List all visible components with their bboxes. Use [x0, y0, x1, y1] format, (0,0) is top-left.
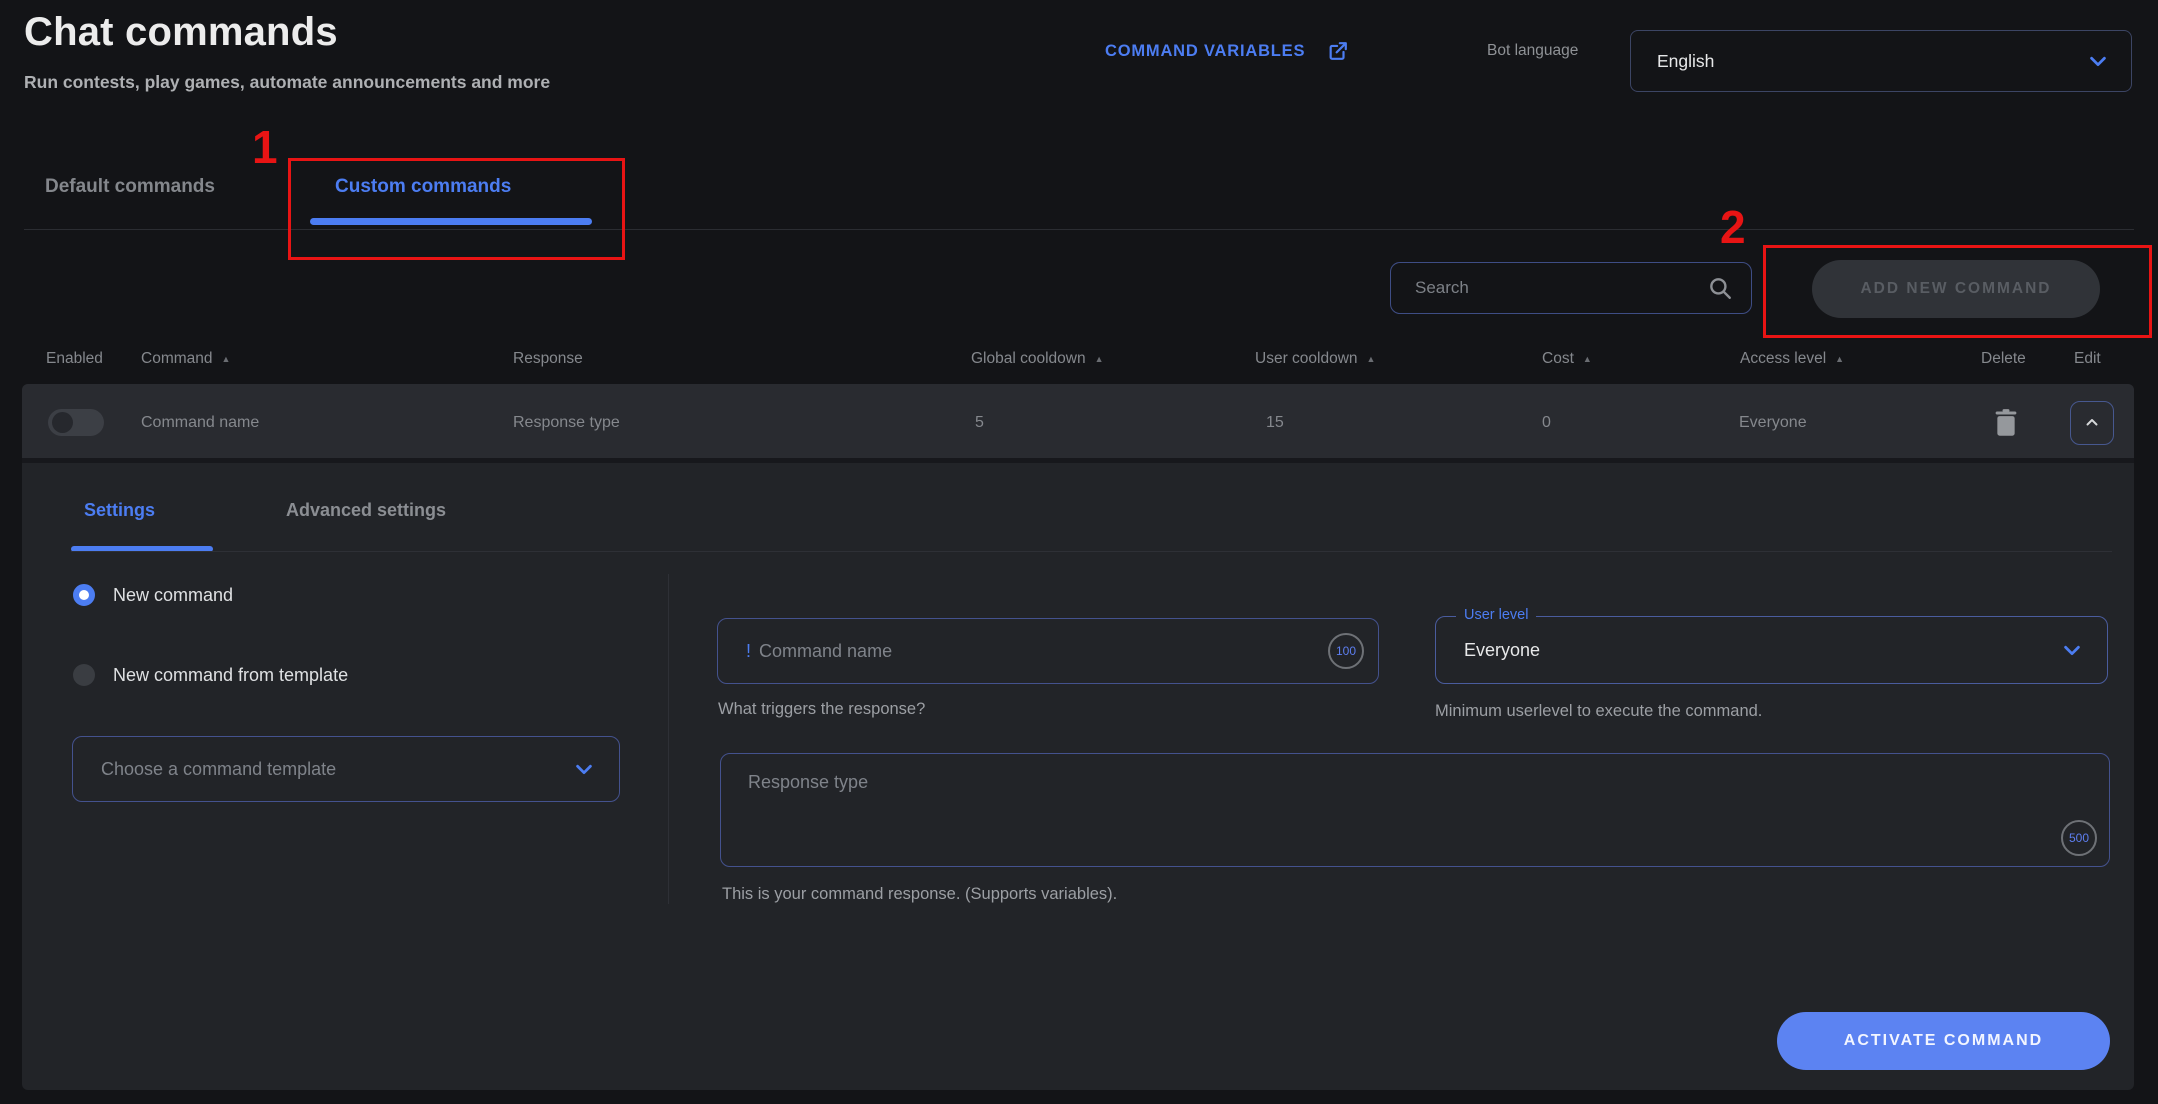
- chevron-up-icon: [2083, 414, 2101, 432]
- row-command-name: Command name: [141, 414, 259, 432]
- settings-tabs-divider: [71, 551, 2112, 552]
- command-variables-link[interactable]: COMMAND VARIABLES: [1105, 40, 1349, 62]
- table-row: Command name Response type 5 15 0 Everyo…: [22, 384, 2134, 463]
- command-name-field[interactable]: ! Command name 100: [717, 618, 1379, 684]
- column-header-cost[interactable]: Cost▲: [1542, 350, 1592, 368]
- sort-asc-icon: ▲: [1095, 354, 1104, 364]
- radio-new-command-label: New command: [113, 585, 233, 606]
- tab-advanced-settings[interactable]: Advanced settings: [286, 500, 446, 521]
- bot-language-value: English: [1657, 51, 2087, 72]
- user-level-helper: Minimum userlevel to execute the command…: [1435, 702, 1762, 721]
- user-level-select[interactable]: User level Everyone: [1435, 616, 2108, 684]
- response-helper: This is your command response. (Supports…: [722, 885, 1117, 904]
- tab-settings[interactable]: Settings: [84, 500, 155, 521]
- response-field[interactable]: 500: [720, 753, 2110, 867]
- delete-button[interactable]: [1992, 406, 2024, 440]
- column-header-edit: Edit: [2074, 350, 2101, 368]
- chevron-down-icon: [2087, 50, 2109, 72]
- bot-language-label: Bot language: [1487, 42, 1578, 60]
- chevron-down-icon: [573, 758, 595, 780]
- column-header-global-cooldown[interactable]: Global cooldown▲: [971, 350, 1104, 368]
- sort-asc-icon: ▲: [1835, 354, 1844, 364]
- trash-icon: [1992, 408, 2024, 438]
- search-input[interactable]: [1415, 278, 1707, 298]
- user-level-label: User level: [1456, 607, 1536, 623]
- page-subtitle: Run contests, play games, automate annou…: [24, 72, 550, 93]
- char-counter-badge: 100: [1328, 633, 1364, 669]
- page-title: Chat commands: [24, 10, 338, 55]
- radio-selected-icon: [73, 584, 95, 606]
- search-box[interactable]: [1390, 262, 1752, 314]
- command-name-helper: What triggers the response?: [718, 700, 925, 719]
- template-placeholder: Choose a command template: [101, 759, 573, 780]
- column-header-enabled: Enabled: [46, 350, 103, 368]
- sort-asc-icon: ▲: [1367, 354, 1376, 364]
- user-level-value: Everyone: [1464, 640, 2061, 661]
- command-prefix: !: [746, 641, 751, 662]
- char-counter-badge: 500: [2061, 820, 2097, 856]
- enabled-toggle[interactable]: [48, 409, 104, 436]
- active-tab-indicator: [310, 218, 592, 225]
- row-access-level: Everyone: [1739, 414, 1807, 432]
- row-user-cooldown: 15: [1266, 414, 1284, 432]
- toggle-knob: [52, 412, 73, 433]
- search-icon: [1707, 275, 1733, 301]
- sort-asc-icon: ▲: [222, 354, 231, 364]
- annotation-step-1: 1: [252, 120, 278, 174]
- add-new-command-button[interactable]: ADD NEW COMMAND: [1812, 260, 2100, 318]
- row-cost: 0: [1542, 414, 1551, 432]
- column-header-user-cooldown[interactable]: User cooldown▲: [1255, 350, 1375, 368]
- command-template-select[interactable]: Choose a command template: [72, 736, 620, 802]
- radio-unselected-icon: [73, 664, 95, 686]
- command-card: Command name Response type 5 15 0 Everyo…: [22, 384, 2134, 1090]
- row-response-type: Response type: [513, 414, 620, 432]
- tab-custom-commands[interactable]: Custom commands: [335, 176, 511, 198]
- annotation-step-2: 2: [1720, 200, 1746, 254]
- bot-language-select[interactable]: English: [1630, 30, 2132, 92]
- radio-new-command[interactable]: New command: [73, 584, 233, 606]
- external-link-icon: [1327, 40, 1349, 62]
- column-header-access-level[interactable]: Access level▲: [1740, 350, 1844, 368]
- response-textarea[interactable]: [721, 754, 2109, 866]
- row-global-cooldown: 5: [975, 414, 984, 432]
- collapse-row-button[interactable]: [2070, 401, 2114, 445]
- annotation-box-1: [288, 158, 625, 260]
- radio-new-command-from-template[interactable]: New command from template: [73, 664, 348, 686]
- activate-command-button[interactable]: ACTIVATE COMMAND: [1777, 1012, 2110, 1070]
- sort-asc-icon: ▲: [1583, 354, 1592, 364]
- command-variables-label: COMMAND VARIABLES: [1105, 42, 1305, 61]
- panel-vertical-divider: [668, 574, 669, 904]
- column-header-delete: Delete: [1981, 350, 2026, 368]
- radio-template-label: New command from template: [113, 665, 348, 686]
- tabs-divider: [24, 229, 2134, 230]
- chevron-down-icon: [2061, 639, 2083, 661]
- column-header-command[interactable]: Command▲: [141, 350, 230, 368]
- column-header-response: Response: [513, 350, 583, 368]
- command-name-placeholder: Command name: [759, 641, 1328, 662]
- tab-default-commands[interactable]: Default commands: [45, 176, 215, 198]
